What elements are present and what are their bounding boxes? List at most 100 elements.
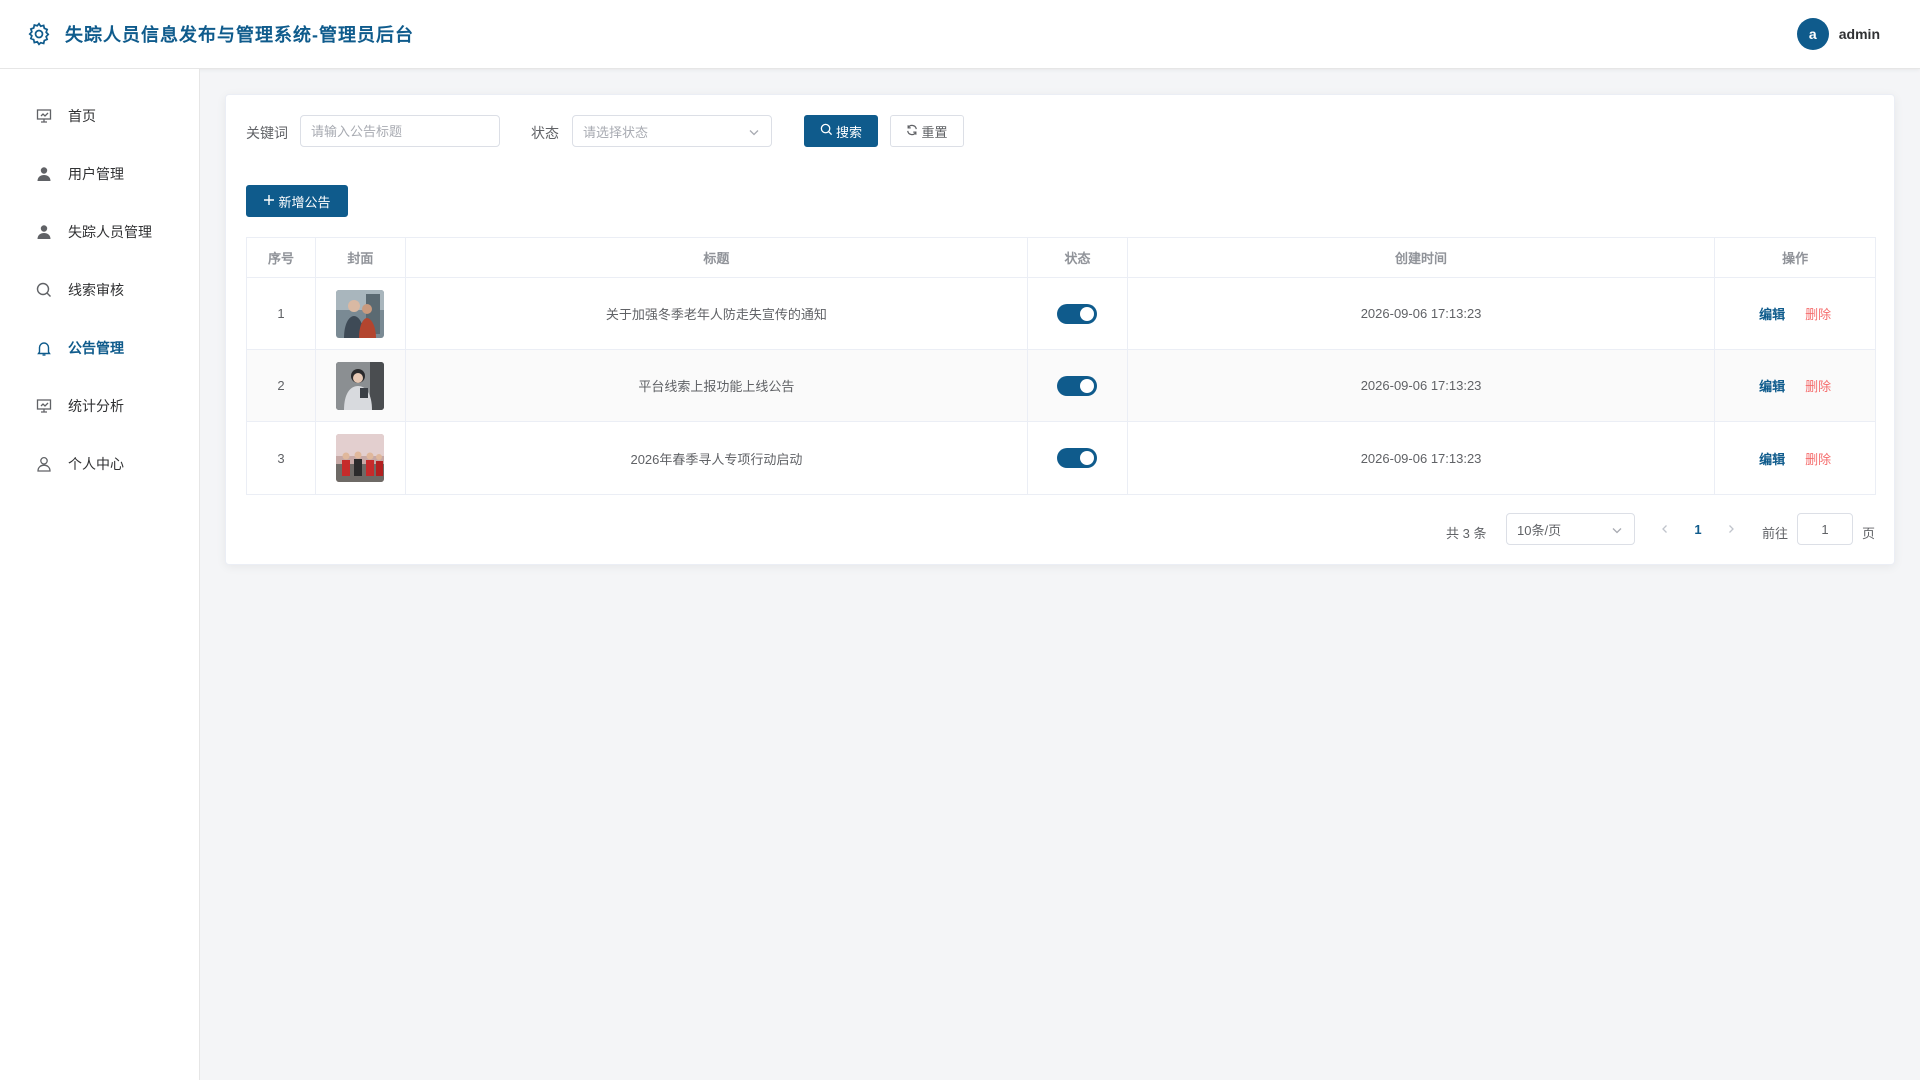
delete-link[interactable]: 删除 <box>1805 449 1831 468</box>
app-title: 失踪人员信息发布与管理系统-管理员后台 <box>65 25 414 45</box>
bell-icon <box>35 339 53 357</box>
top-header: 失踪人员信息发布与管理系统-管理员后台 a admin <box>0 0 1920 69</box>
row-index: 1 <box>247 278 316 349</box>
status-select[interactable]: 请选择状态 <box>572 115 772 147</box>
column-header-actions: 操作 <box>1782 251 1809 266</box>
status-toggle[interactable] <box>1057 303 1098 324</box>
add-announcement-button[interactable]: 新增公告 <box>246 185 348 217</box>
toggle-knob <box>1080 306 1095 321</box>
plus-icon <box>263 194 275 209</box>
username: admin <box>1838 26 1880 42</box>
toggle-knob <box>1080 451 1095 465</box>
keyword-label: 关键词 <box>246 125 288 141</box>
row-index: 2 <box>247 350 316 421</box>
sidebar-item-home[interactable]: 首页 <box>0 87 199 145</box>
delete-link[interactable]: 删除 <box>1805 304 1831 323</box>
gear-icon <box>24 19 54 49</box>
row-created: 2026-09-06 17:13:23 <box>1128 350 1716 421</box>
sidebar-item-label: 首页 <box>68 108 96 124</box>
sidebar-item-label: 失踪人员管理 <box>68 224 152 240</box>
announcement-table: 序号 封面 标题 状态 创建时间 操作 1 关于加强冬季老年人防走失宣传的通知 … <box>246 237 1876 495</box>
row-created: 2026-09-06 17:13:23 <box>1128 278 1716 349</box>
sidebar-item-label: 公告管理 <box>68 340 124 356</box>
sidebar-item-statistics[interactable]: 统计分析 <box>0 377 199 435</box>
status-cell <box>1028 422 1128 494</box>
cover-cell <box>316 350 406 421</box>
column-header-index: 序号 <box>247 238 316 277</box>
toggle-knob <box>1080 378 1095 393</box>
goto-page-input[interactable] <box>1797 513 1853 545</box>
reset-button[interactable]: 重置 <box>890 115 964 147</box>
goto-label: 前往 <box>1762 526 1789 541</box>
edit-link[interactable]: 编辑 <box>1759 449 1785 468</box>
keyword-input[interactable] <box>300 115 500 147</box>
row-created: 2026-09-06 17:13:23 <box>1128 422 1716 494</box>
status-select-placeholder: 请选择状态 <box>583 124 649 140</box>
sidebar-item-users[interactable]: 用户管理 <box>0 145 199 203</box>
user-filled-icon <box>35 223 53 241</box>
page-size-value: 10条/页 <box>1517 522 1562 538</box>
sidebar-item-label: 用户管理 <box>68 166 124 182</box>
prev-page-button[interactable] <box>1655 519 1675 539</box>
table-row: 2 平台线索上报功能上线公告 2026-09-06 17:13:23 编辑 删除 <box>247 350 1875 422</box>
status-label: 状态 <box>531 125 559 141</box>
table-row: 1 关于加强冬季老年人防走失宣传的通知 2026-09-06 17:13:23 … <box>247 278 1875 350</box>
search-icon <box>35 281 53 299</box>
row-title: 关于加强冬季老年人防走失宣传的通知 <box>406 278 1029 349</box>
edit-link[interactable]: 编辑 <box>1759 304 1785 323</box>
chevron-down-icon <box>1610 523 1624 537</box>
page-size-select[interactable]: 10条/页 <box>1506 513 1635 545</box>
user-filled-icon <box>35 165 53 183</box>
row-title: 平台线索上报功能上线公告 <box>406 350 1029 421</box>
status-cell <box>1028 278 1128 349</box>
search-button[interactable]: 搜索 <box>804 115 878 147</box>
page-suffix: 页 <box>1862 526 1876 541</box>
table-header: 序号 封面 标题 状态 创建时间 操作 <box>247 238 1875 278</box>
sidebar-item-clue-review[interactable]: 线索审核 <box>0 261 199 319</box>
user-menu[interactable]: a admin <box>1796 18 1880 50</box>
page-number-current[interactable]: 1 <box>1688 519 1708 539</box>
next-page-button[interactable] <box>1721 519 1741 539</box>
delete-link[interactable]: 删除 <box>1805 376 1831 395</box>
column-header-cover: 封面 <box>316 238 406 277</box>
chevron-down-icon <box>747 125 761 139</box>
search-button-label: 搜索 <box>835 124 862 140</box>
cover-image[interactable] <box>336 361 385 410</box>
user-outline-icon <box>35 455 53 473</box>
chevron-right-icon <box>1729 525 1734 533</box>
actions-cell: 编辑 删除 <box>1715 350 1875 421</box>
column-header-title: 标题 <box>406 238 1029 277</box>
actions-cell: 编辑 删除 <box>1715 422 1875 494</box>
row-index: 3 <box>247 422 316 494</box>
chevron-left-icon <box>1662 525 1667 533</box>
presentation-icon <box>35 397 53 415</box>
edit-link[interactable]: 编辑 <box>1759 376 1785 395</box>
cover-cell <box>316 278 406 349</box>
sidebar-item-label: 统计分析 <box>68 398 124 414</box>
cover-cell <box>316 422 406 494</box>
sidebar-item-label: 个人中心 <box>68 456 124 472</box>
row-title: 2026年春季寻人专项行动启动 <box>406 422 1029 494</box>
reset-button-label: 重置 <box>921 124 948 140</box>
sidebar-item-profile[interactable]: 个人中心 <box>0 435 199 493</box>
announcement-card: 关键词 状态 请选择状态 搜索 重置 新增公告 序号 封面 标题 状态 创建时间 <box>225 94 1895 565</box>
table-row: 3 2026年春季寻人专项行动启动 2026-09-06 17:13:23 编辑… <box>247 422 1875 494</box>
column-header-created: 创建时间 <box>1128 238 1716 277</box>
presentation-icon <box>35 107 53 125</box>
cover-image[interactable] <box>336 434 385 482</box>
status-cell <box>1028 350 1128 421</box>
pagination-total: 共 3 条 <box>1446 526 1487 541</box>
actions-cell: 编辑 删除 <box>1715 278 1875 349</box>
sidebar-item-missing-persons[interactable]: 失踪人员管理 <box>0 203 199 261</box>
status-toggle[interactable] <box>1057 448 1098 468</box>
sidebar-item-announcements[interactable]: 公告管理 <box>0 319 199 377</box>
column-header-status: 状态 <box>1028 238 1128 277</box>
add-announcement-label: 新增公告 <box>278 194 331 210</box>
refresh-icon <box>906 124 918 139</box>
sidebar-item-label: 线索审核 <box>68 282 124 298</box>
search-icon <box>820 123 833 139</box>
cover-image[interactable] <box>336 289 385 338</box>
status-toggle[interactable] <box>1057 375 1098 396</box>
avatar: a <box>1796 18 1829 50</box>
sidebar: 首页 用户管理 失踪人员管理 线索审核 公告管理 统计分析 个人中心 <box>0 69 200 1080</box>
